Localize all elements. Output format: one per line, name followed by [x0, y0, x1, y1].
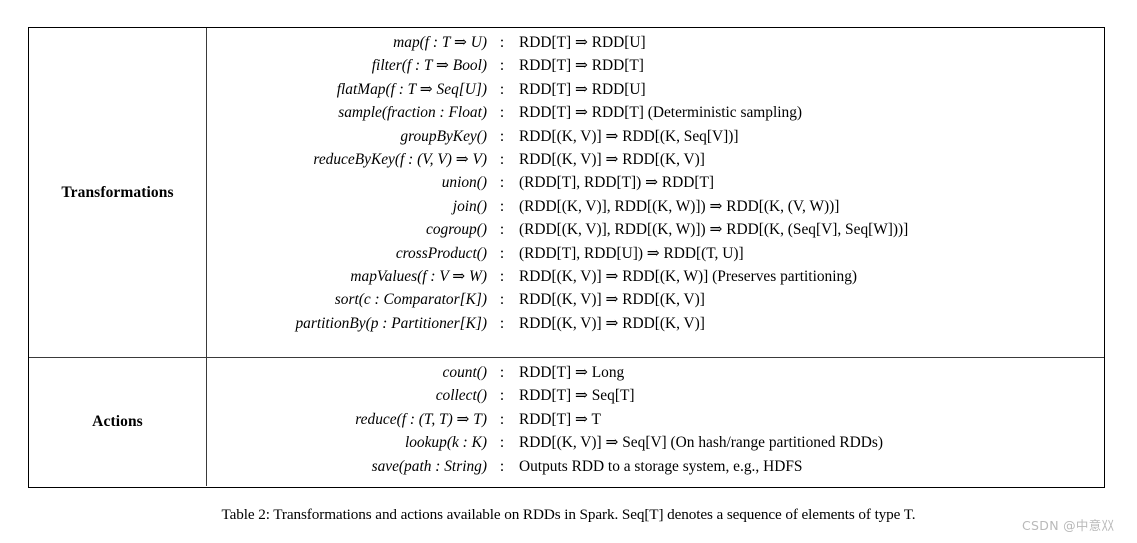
table-row: collect() : RDD[T] ⇒ Seq[T]: [207, 384, 1104, 407]
operation-type: RDD[T] ⇒ RDD[T]: [519, 57, 644, 75]
operation-signature: filter(f : T ⇒ Bool): [371, 57, 487, 75]
table-row: map(f : T ⇒ U) : RDD[T] ⇒ RDD[U]: [207, 31, 1104, 54]
table-row: reduce(f : (T, T) ⇒ T) : RDD[T] ⇒ T: [207, 408, 1104, 431]
operation-signature: count(): [442, 364, 487, 381]
section-rows-transformations: map(f : T ⇒ U) : RDD[T] ⇒ RDD[U] filter(…: [207, 28, 1104, 357]
operation-type: (RDD[(K, V)], RDD[(K, W)]) ⇒ RDD[(K, (V,…: [519, 197, 840, 215]
operation-separator: :: [499, 457, 505, 475]
table-caption: Table 2: Transformations and actions ava…: [221, 506, 916, 523]
operation-separator: :: [499, 291, 505, 309]
operation-type: RDD[T] ⇒ RDD[U]: [519, 80, 646, 98]
table-figure: Transformations map(f : T ⇒ U) : RDD[T] …: [0, 0, 1137, 543]
operation-separator: :: [499, 244, 505, 262]
table-row: lookup(k : K) : RDD[(K, V)] ⇒ Seq[V] (On…: [207, 431, 1104, 454]
operation-separator: :: [499, 197, 505, 215]
operation-type: RDD[T] ⇒ RDD[T] (Deterministic sampling): [519, 104, 803, 122]
operation-separator: :: [499, 57, 505, 75]
operation-signature: join(): [452, 197, 487, 215]
operation-type: RDD[T] ⇒ Seq[T]: [519, 387, 635, 405]
operation-separator: :: [499, 434, 505, 452]
operation-signature: reduceByKey(f : (V, V) ⇒ V): [313, 150, 487, 168]
table-row: union() : (RDD[T], RDD[T]) ⇒ RDD[T]: [207, 171, 1104, 194]
operation-type: Outputs RDD to a storage system, e.g., H…: [519, 457, 803, 475]
section-label-actions: Actions: [92, 413, 143, 430]
operation-separator: :: [499, 150, 505, 168]
operation-separator: :: [499, 80, 505, 98]
operation-separator: :: [499, 104, 505, 122]
operation-signature: collect(): [435, 387, 487, 405]
operation-type: RDD[T] ⇒ RDD[U]: [519, 34, 646, 51]
operation-signature: union(): [441, 174, 487, 192]
table-row: groupByKey() : RDD[(K, V)] ⇒ RDD[(K, Seq…: [207, 125, 1104, 148]
operation-separator: :: [499, 364, 505, 381]
csdn-watermark: CSDN @中意〷: [1022, 518, 1115, 533]
table-row: filter(f : T ⇒ Bool) : RDD[T] ⇒ RDD[T]: [207, 54, 1104, 77]
table-row: flatMap(f : T ⇒ Seq[U]) : RDD[T] ⇒ RDD[U…: [207, 78, 1104, 101]
operation-separator: :: [499, 127, 505, 145]
operation-signature: sort(c : Comparator[K]): [334, 291, 487, 309]
operation-separator: :: [499, 387, 505, 405]
operation-type: RDD[(K, V)] ⇒ RDD[(K, Seq[V])]: [519, 127, 739, 145]
operation-type: RDD[(K, V)] ⇒ RDD[(K, V)]: [519, 150, 705, 168]
table-row: sample(fraction : Float) : RDD[T] ⇒ RDD[…: [207, 101, 1104, 124]
table-row: reduceByKey(f : (V, V) ⇒ V) : RDD[(K, V)…: [207, 148, 1104, 171]
table-row: sort(c : Comparator[K]) : RDD[(K, V)] ⇒ …: [207, 288, 1104, 311]
operation-signature: groupByKey(): [400, 127, 487, 145]
operation-signature: flatMap(f : T ⇒ Seq[U]): [336, 80, 487, 98]
operation-separator: :: [499, 221, 505, 239]
table-row: save(path : String) : Outputs RDD to a s…: [207, 455, 1104, 478]
table-section-actions: Actions count() : RDD[T] ⇒ Long collect(…: [29, 358, 1104, 486]
operation-type: (RDD[(K, V)], RDD[(K, W)]) ⇒ RDD[(K, (Se…: [519, 221, 909, 239]
operation-signature: crossProduct(): [395, 244, 487, 262]
operation-signature: sample(fraction : Float): [338, 104, 487, 122]
table-row: mapValues(f : V ⇒ W) : RDD[(K, V)] ⇒ RDD…: [207, 265, 1104, 288]
operation-type: RDD[(K, V)] ⇒ RDD[(K, V)]: [519, 291, 705, 309]
section-label-cell-actions: Actions: [29, 358, 207, 486]
operation-separator: :: [499, 314, 505, 332]
operation-separator: :: [499, 174, 505, 192]
operation-separator: :: [499, 34, 505, 51]
rdd-operations-table: Transformations map(f : T ⇒ U) : RDD[T] …: [28, 27, 1105, 488]
section-rows-actions: count() : RDD[T] ⇒ Long collect() : RDD[…: [207, 358, 1104, 486]
table-row: join() : (RDD[(K, V)], RDD[(K, W)]) ⇒ RD…: [207, 195, 1104, 218]
operation-signature: save(path : String): [371, 457, 487, 475]
operation-type: RDD[(K, V)] ⇒ Seq[V] (On hash/range part…: [519, 434, 883, 452]
operation-separator: :: [499, 410, 505, 428]
operation-type: (RDD[T], RDD[T]) ⇒ RDD[T]: [519, 174, 714, 192]
table-section-transformations: Transformations map(f : T ⇒ U) : RDD[T] …: [29, 28, 1104, 358]
section-label-transformations: Transformations: [61, 183, 174, 201]
operation-signature: partitionBy(p : Partitioner[K]): [295, 314, 487, 332]
section-label-cell-transformations: Transformations: [29, 28, 207, 357]
operation-signature: cogroup(): [426, 221, 487, 239]
operation-separator: :: [499, 267, 505, 285]
table-row: cogroup() : (RDD[(K, V)], RDD[(K, W)]) ⇒…: [207, 218, 1104, 241]
table-row: partitionBy(p : Partitioner[K]) : RDD[(K…: [207, 312, 1104, 335]
operation-type: RDD[(K, V)] ⇒ RDD[(K, W)] (Preserves par…: [519, 267, 858, 285]
operation-signature: mapValues(f : V ⇒ W): [350, 267, 487, 285]
operation-type: (RDD[T], RDD[U]) ⇒ RDD[(T, U)]: [519, 244, 744, 262]
operation-type: RDD[(K, V)] ⇒ RDD[(K, V)]: [519, 314, 705, 332]
operation-signature: reduce(f : (T, T) ⇒ T): [355, 410, 487, 428]
operation-type: RDD[T] ⇒ Long: [519, 364, 625, 381]
operation-signature: map(f : T ⇒ U): [393, 34, 487, 51]
operation-type: RDD[T] ⇒ T: [519, 410, 601, 428]
table-row: crossProduct() : (RDD[T], RDD[U]) ⇒ RDD[…: [207, 242, 1104, 265]
table-row: count() : RDD[T] ⇒ Long: [207, 361, 1104, 384]
operation-signature: lookup(k : K): [404, 434, 487, 452]
